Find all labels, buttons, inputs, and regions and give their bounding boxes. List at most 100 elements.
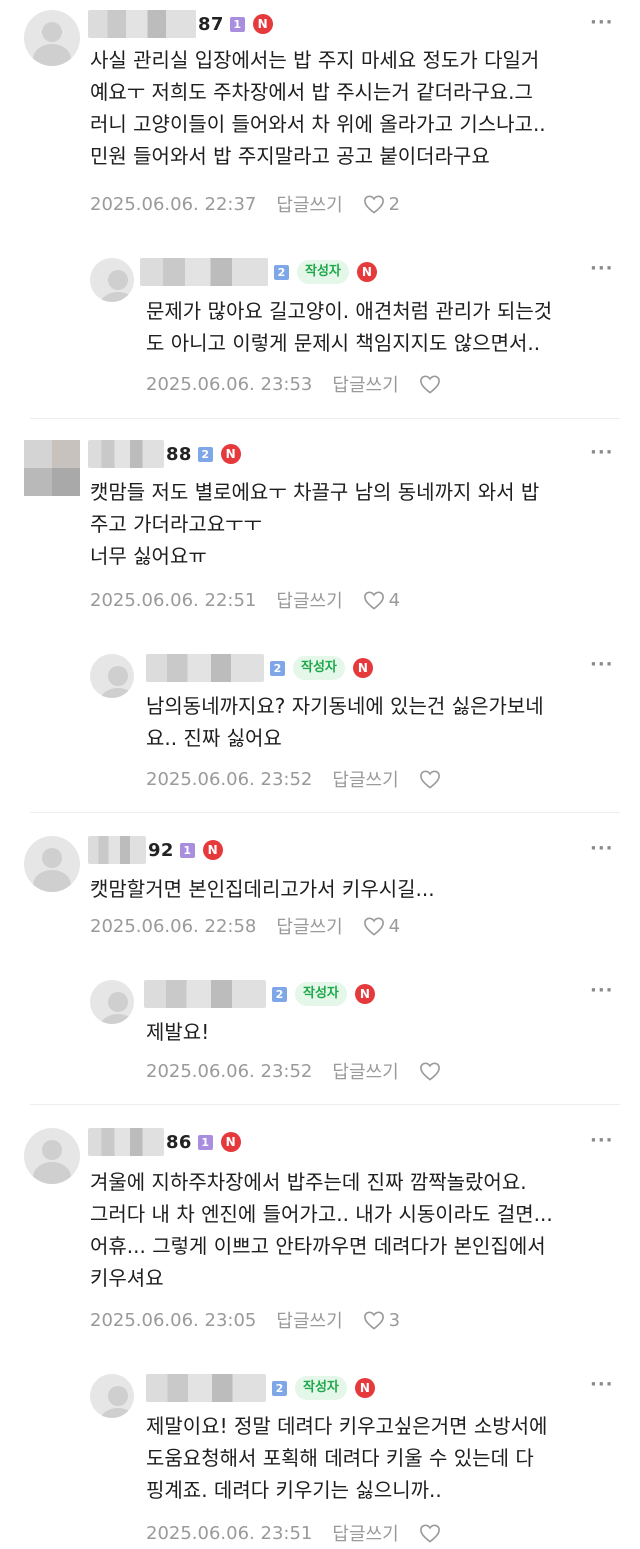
avatar[interactable] bbox=[24, 1128, 80, 1184]
more-options-icon[interactable]: ··· bbox=[590, 1130, 614, 1151]
comment-meta: 2025.06.06. 22:58 답글쓰기 4 bbox=[90, 913, 400, 939]
like-button[interactable]: 2 bbox=[363, 194, 400, 215]
nickname-row[interactable]: 2 작성자 N bbox=[144, 980, 375, 1008]
nickname-row[interactable]: 88 2 N bbox=[88, 440, 241, 468]
comment-date: 2025.06.06. 23:52 bbox=[146, 1060, 313, 1082]
avatar[interactable] bbox=[24, 836, 80, 892]
more-options-icon[interactable]: ··· bbox=[590, 838, 614, 859]
avatar[interactable] bbox=[24, 10, 80, 66]
more-options-icon[interactable]: ··· bbox=[590, 654, 614, 675]
heart-icon bbox=[419, 1524, 440, 1543]
comment-meta: 2025.06.06. 22:37 답글쓰기 2 bbox=[90, 191, 400, 217]
reply-button[interactable]: 답글쓰기 bbox=[332, 766, 398, 792]
reply-button[interactable]: 답글쓰기 bbox=[276, 1307, 342, 1333]
heart-icon bbox=[363, 591, 384, 610]
reply-button[interactable]: 답글쓰기 bbox=[276, 587, 342, 613]
reply-button[interactable]: 답글쓰기 bbox=[332, 371, 398, 397]
comment-date: 2025.06.06. 23:05 bbox=[90, 1309, 257, 1331]
nickname-suffix: 88 bbox=[166, 443, 192, 465]
comment-text: 캣맘들 저도 별로에요ㅜ 차끌구 남의 동네까지 와서 밥 주고 가더라고요ㅜㅜ… bbox=[90, 480, 540, 568]
more-options-icon[interactable]: ··· bbox=[590, 12, 614, 33]
like-count: 2 bbox=[388, 193, 401, 215]
avatar[interactable] bbox=[90, 1374, 134, 1418]
like-count: 3 bbox=[388, 1309, 401, 1331]
heart-icon bbox=[419, 770, 440, 789]
comment-date: 2025.06.06. 22:37 bbox=[90, 193, 257, 215]
nickname-row[interactable]: 2 작성자 N bbox=[146, 654, 373, 682]
reply-button[interactable]: 답글쓰기 bbox=[332, 1520, 398, 1546]
heart-icon bbox=[419, 1062, 440, 1081]
new-badge: N bbox=[354, 984, 375, 1004]
level-badge: 2 bbox=[272, 1380, 287, 1396]
comment-text: 문제가 많아요 길고양이. 애견처럼 관리가 되는것 도 아니고 이렇게 문제시… bbox=[146, 299, 553, 355]
comment-text: 제말이요! 정말 데려다 키우고싶은거면 소방서에 도움요청해서 포획해 데려다… bbox=[146, 1414, 548, 1502]
like-button[interactable] bbox=[419, 374, 441, 394]
level-badge: 2 bbox=[272, 986, 287, 1002]
blurred-nickname bbox=[88, 1128, 164, 1156]
nickname-row[interactable]: 92 1 N bbox=[88, 836, 223, 864]
level-badge: 2 bbox=[270, 660, 285, 676]
avatar[interactable] bbox=[90, 980, 134, 1024]
avatar[interactable] bbox=[90, 258, 134, 302]
nickname-row[interactable]: 87 1 N bbox=[88, 10, 273, 38]
blurred-nickname bbox=[146, 1374, 266, 1402]
reply-button[interactable]: 답글쓰기 bbox=[276, 913, 342, 939]
new-badge: N bbox=[202, 840, 223, 860]
nickname-suffix: 86 bbox=[166, 1131, 192, 1153]
divider bbox=[30, 418, 620, 419]
reply-button[interactable]: 답글쓰기 bbox=[332, 1058, 398, 1084]
comment-date: 2025.06.06. 22:51 bbox=[90, 589, 257, 611]
level-badge: 1 bbox=[229, 16, 245, 32]
comment-meta: 2025.06.06. 23:52 답글쓰기 bbox=[146, 766, 441, 792]
heart-icon bbox=[363, 1311, 384, 1330]
new-badge: N bbox=[220, 444, 241, 464]
level-badge: 1 bbox=[179, 842, 195, 858]
comment-date: 2025.06.06. 23:51 bbox=[146, 1522, 313, 1544]
comment-date: 2025.06.06. 23:52 bbox=[146, 768, 313, 790]
comment-meta: 2025.06.06. 23:05 답글쓰기 3 bbox=[90, 1307, 400, 1333]
blurred-nickname bbox=[88, 440, 164, 468]
level-badge: 1 bbox=[197, 1134, 213, 1150]
more-options-icon[interactable]: ··· bbox=[590, 258, 614, 279]
nickname-row[interactable]: 2 작성자 N bbox=[146, 1374, 375, 1402]
nickname-row[interactable]: 86 1 N bbox=[88, 1128, 241, 1156]
avatar[interactable] bbox=[90, 654, 134, 698]
level-badge: 2 bbox=[197, 446, 213, 462]
like-button[interactable] bbox=[419, 769, 441, 789]
more-options-icon[interactable]: ··· bbox=[590, 442, 614, 463]
blurred-nickname bbox=[88, 836, 146, 864]
heart-icon bbox=[363, 917, 384, 936]
comment-date: 2025.06.06. 22:58 bbox=[90, 915, 257, 937]
comment-text: 제발요! bbox=[146, 1020, 210, 1044]
more-options-icon[interactable]: ··· bbox=[590, 1374, 614, 1395]
divider bbox=[30, 812, 620, 813]
comment-text: 겨울에 지하주차장에서 밥주는데 진짜 깜짝놀랐어요. 그러다 내 차 엔진에 … bbox=[90, 1170, 553, 1290]
like-button[interactable] bbox=[419, 1523, 441, 1543]
nickname-row[interactable]: 2 작성자 N bbox=[140, 258, 377, 286]
nickname-suffix: 87 bbox=[198, 13, 224, 35]
new-badge: N bbox=[356, 262, 377, 282]
comment-meta: 2025.06.06. 22:51 답글쓰기 4 bbox=[90, 587, 400, 613]
like-count: 4 bbox=[388, 915, 401, 937]
new-badge: N bbox=[252, 14, 273, 34]
like-button[interactable]: 4 bbox=[363, 916, 400, 937]
like-button[interactable] bbox=[419, 1061, 441, 1081]
comment-meta: 2025.06.06. 23:53 답글쓰기 bbox=[146, 371, 441, 397]
blurred-nickname bbox=[146, 654, 264, 682]
divider bbox=[30, 1104, 620, 1105]
nickname-suffix: 92 bbox=[148, 839, 174, 861]
author-badge: 작성자 bbox=[295, 982, 347, 1006]
comment-meta: 2025.06.06. 23:52 답글쓰기 bbox=[146, 1058, 441, 1084]
comment-text: 남의동네까지요? 자기동네에 있는건 싫은가보네 요.. 진짜 싫어요 bbox=[146, 694, 544, 750]
author-badge: 작성자 bbox=[293, 656, 345, 680]
author-badge: 작성자 bbox=[295, 1376, 347, 1400]
heart-icon bbox=[363, 195, 384, 214]
like-button[interactable]: 4 bbox=[363, 590, 400, 611]
reply-button[interactable]: 답글쓰기 bbox=[276, 191, 342, 217]
avatar[interactable] bbox=[24, 440, 80, 496]
like-count: 4 bbox=[388, 589, 401, 611]
heart-icon bbox=[419, 375, 440, 394]
comment-text: 사실 관리실 입장에서는 밥 주지 마세요 정도가 다일거 예요ㅜ 저희도 주차… bbox=[90, 48, 546, 168]
more-options-icon[interactable]: ··· bbox=[590, 980, 614, 1001]
like-button[interactable]: 3 bbox=[363, 1310, 400, 1331]
